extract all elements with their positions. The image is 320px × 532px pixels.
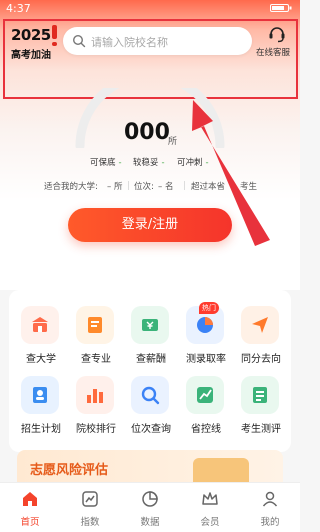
feature-icon-bg [76,376,114,414]
feature-label: 同分去向 [241,354,281,365]
probability-stable: 较稳妥 - [133,156,165,168]
feature-grid: 查大学 查专业 查薪酬 热门 测录取率 同分去向 招生计划 院校排行 位次查询 … [9,290,291,452]
ranking-icon [87,389,103,403]
tab-member[interactable]: 会员 [180,483,240,532]
feature-student-assessment[interactable]: 考生测评 [232,376,290,435]
exceed-tail: 考生 [240,182,258,192]
score-unit: 所 [168,137,178,147]
paper-plane-icon [252,317,268,333]
feature-icon-bg [21,306,59,344]
feature-icon-bg [241,376,279,414]
book-icon [88,317,102,333]
feature-icon-bg [241,306,279,344]
feature-rank-query[interactable]: 位次查询 [122,376,180,435]
battery-icon [270,4,292,12]
tab-index[interactable]: 指数 [60,483,120,532]
feature-enrollment-plan[interactable]: 招生计划 [12,376,70,435]
feature-icon-bg [76,306,114,344]
salary-icon [142,319,158,331]
plan-icon [33,387,47,403]
tab-label: 首页 [20,517,40,528]
rank-label: 位次: [134,182,154,192]
tab-label: 数据 [140,517,160,528]
feature-label: 考生测评 [241,424,281,435]
rank-search-icon [141,386,160,405]
feature-icon-bg [131,306,169,344]
score-line-icon [197,387,213,403]
probability-value: - [118,158,122,168]
tab-profile[interactable]: 我的 [240,483,300,532]
feature-check-major[interactable]: 查专业 [67,306,125,365]
feature-label: 查专业 [81,354,111,365]
feature-check-salary[interactable]: 查薪酬 [122,306,180,365]
chart-pie-icon [197,317,213,333]
probability-value: - [161,158,165,168]
hot-badge: 热门 [199,302,219,314]
probability-label: 可冲刺 [177,158,203,168]
feature-label: 院校排行 [76,424,116,435]
tab-label: 指数 [80,517,100,528]
feature-same-score[interactable]: 同分去向 [232,306,290,365]
probability-reach: 可冲刺 - [177,156,209,168]
tab-label: 我的 [260,517,280,528]
profile-icon [262,491,278,507]
data-icon [142,491,158,507]
index-icon [82,491,98,507]
feature-label: 查薪酬 [136,354,166,365]
banner-title: 志愿风险评估 [30,463,109,478]
crown-icon [202,492,218,505]
score-value: 000 [124,120,170,145]
probability-value: - [205,158,209,168]
feature-icon-bg [21,376,59,414]
feature-label: 测录取率 [186,354,226,365]
feature-label: 省控线 [191,424,221,435]
info-divider [128,181,129,190]
home-icon [23,492,37,506]
tab-home[interactable]: 首页 [0,483,60,532]
assessment-icon [253,387,267,403]
tab-label: 会员 [200,517,220,528]
feature-check-university[interactable]: 查大学 [12,306,70,365]
fit-universities-value: – 所 [107,182,123,192]
highlight-frame [3,19,298,99]
exceed-label: 超过本省 [191,182,226,192]
feature-university-ranking[interactable]: 院校排行 [67,376,125,435]
feature-label: 查大学 [26,354,56,365]
info-divider [184,181,185,190]
feature-admission-rate[interactable]: 热门 测录取率 [177,302,235,365]
tab-data[interactable]: 数据 [120,483,180,532]
probability-safe: 可保底 - [90,156,122,168]
bottom-tab-bar: 首页 指数 数据 会员 我的 [0,482,300,532]
feature-icon-bg [186,376,224,414]
status-time: 4:37 [6,2,31,15]
probability-label: 可保底 [90,158,116,168]
feature-label: 位次查询 [131,424,171,435]
feature-icon-bg [131,376,169,414]
feature-provincial-line[interactable]: 省控线 [177,376,235,435]
probability-label: 较稳妥 [133,158,159,168]
university-icon [32,317,48,332]
rank-value: – 名 [158,182,174,192]
login-register-button[interactable]: 登录/注册 [68,208,232,242]
fit-universities-label: 适合我的大学: [44,182,98,192]
feature-label: 招生计划 [21,424,61,435]
